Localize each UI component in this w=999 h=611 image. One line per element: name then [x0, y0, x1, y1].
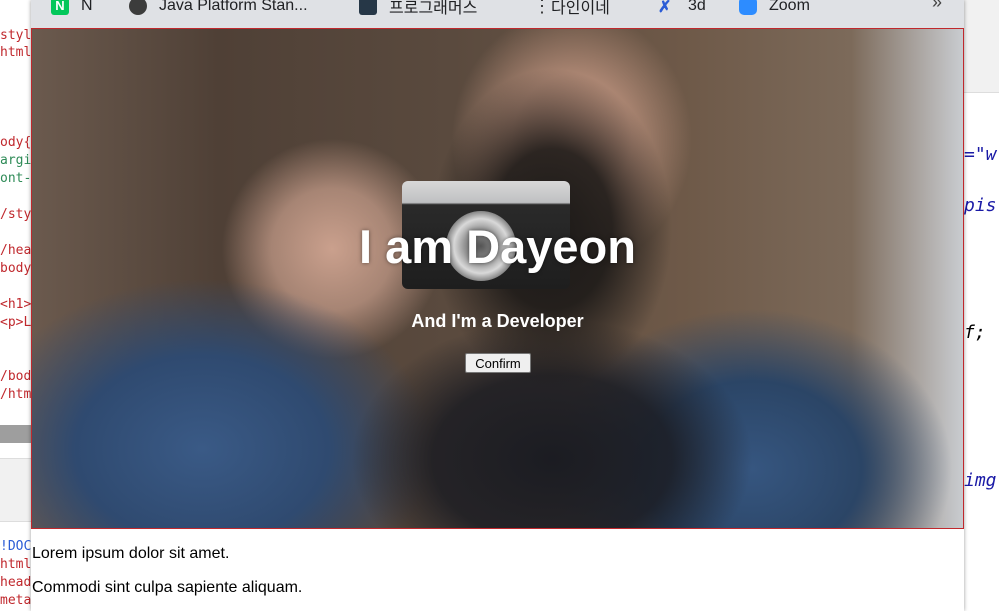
- code-line: ="w: [964, 144, 997, 165]
- dots-icon: ⋮: [533, 0, 551, 16]
- bookmark-3d[interactable]: ✗ 3d: [658, 0, 706, 20]
- code-line: body: [0, 261, 32, 276]
- 3d-icon: ✗: [658, 0, 672, 16]
- paragraph: Commodi sint culpa sapiente aliquam.: [32, 579, 303, 596]
- code-line: ont-: [0, 171, 32, 186]
- editor-divider: [0, 458, 32, 522]
- code-line: head: [0, 575, 32, 590]
- code-editor-right-pane: ="w pis. f; img: [964, 0, 999, 611]
- code-line: ody{: [0, 135, 32, 150]
- code-line: /sty: [0, 207, 32, 222]
- code-line: pis.: [964, 195, 999, 216]
- code-line: !DOC: [0, 539, 32, 554]
- code-line: <p>L: [0, 315, 32, 330]
- editor-toolbar: [964, 0, 999, 93]
- hero-subtitle: And I'm a Developer: [411, 311, 584, 331]
- bookmark-label: Zoom: [769, 0, 810, 14]
- code-line: meta: [0, 593, 32, 608]
- bookmark-java[interactable]: Java Platform Stan...: [129, 0, 308, 20]
- bookmark-naver[interactable]: N N: [51, 0, 93, 20]
- bookmark-label: Java Platform Stan...: [159, 0, 308, 14]
- bookmark-label: N: [81, 0, 93, 14]
- bookmarks-overflow-button[interactable]: »: [932, 0, 942, 13]
- programmers-icon: [359, 0, 377, 15]
- bookmark-label: 프로그래머스: [389, 0, 478, 17]
- browser-window: N N Java Platform Stan... 프로그래머스 ⋮ 다인이네 …: [31, 0, 964, 611]
- hero-title: I am Dayeon: [359, 220, 636, 273]
- code-line: /hea: [0, 243, 32, 258]
- code-line: html: [0, 557, 32, 572]
- code-line: img: [964, 470, 997, 491]
- code-line: <h1>: [0, 297, 32, 312]
- code-line: html{: [0, 45, 32, 60]
- zoom-icon: [739, 0, 757, 15]
- confirm-button[interactable]: Confirm: [465, 353, 531, 373]
- bookmark-label: 다인이네: [551, 0, 610, 17]
- hero-section: I am Dayeon And I'm a Developer Confirm: [31, 28, 964, 529]
- bookmark-dainine[interactable]: ⋮ 다인이네: [533, 0, 610, 20]
- code-line: argi: [0, 153, 32, 168]
- paragraph: Lorem ipsum dolor sit amet.: [32, 545, 230, 562]
- code-line: /htm: [0, 387, 32, 402]
- bookmark-label: 3d: [688, 0, 706, 14]
- bookmark-zoom[interactable]: Zoom: [739, 0, 810, 20]
- java-icon: [129, 0, 147, 15]
- code-line: styl: [0, 28, 32, 43]
- code-line: /bod: [0, 369, 32, 384]
- bookmark-programmers[interactable]: 프로그래머스: [359, 0, 477, 20]
- bookmarks-bar: N N Java Platform Stan... 프로그래머스 ⋮ 다인이네 …: [31, 0, 964, 28]
- code-line: f;: [964, 322, 986, 343]
- naver-icon: N: [51, 0, 69, 15]
- editor-scrollbar[interactable]: [0, 425, 32, 443]
- code-editor-left-pane: styl html{ ody{ argi ont- /sty /hea body…: [0, 28, 33, 611]
